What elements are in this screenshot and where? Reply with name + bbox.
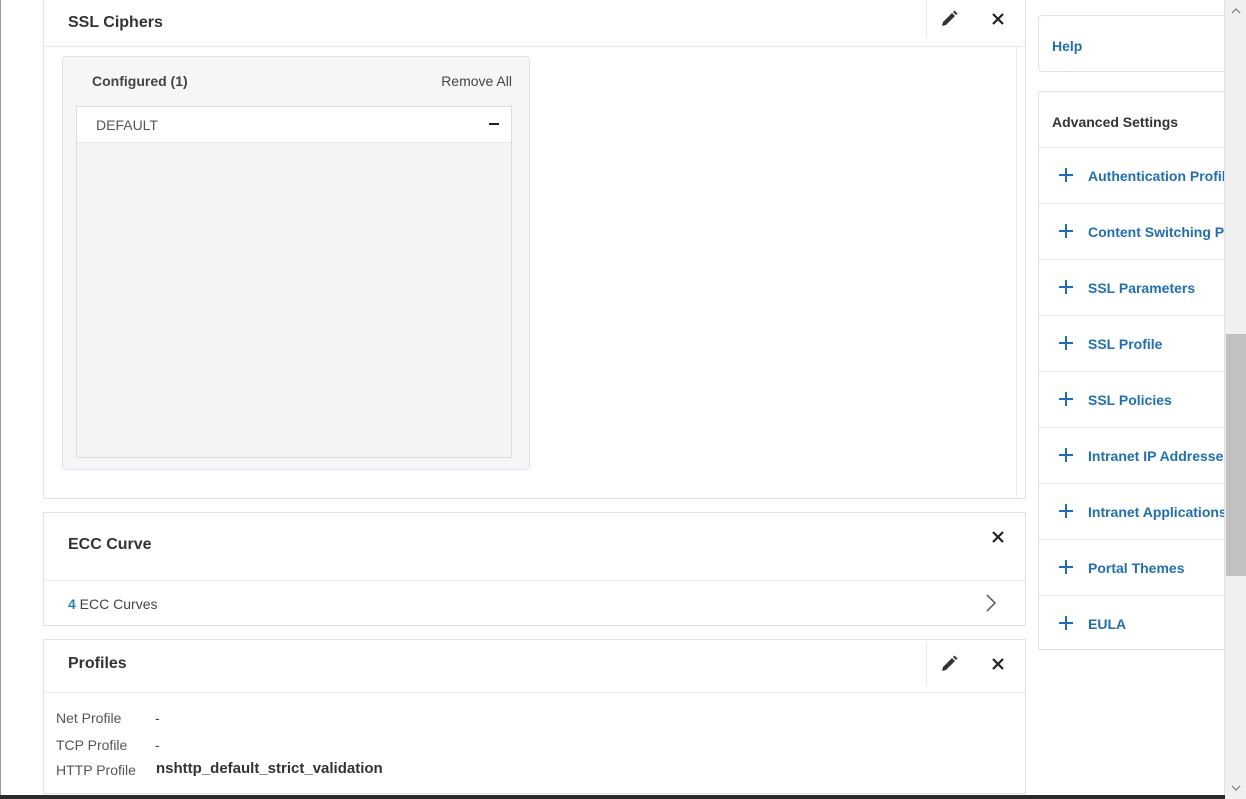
net-profile-row: Net Profile -	[56, 710, 160, 726]
chevron-up-icon	[1231, 8, 1241, 14]
plus-icon	[1059, 168, 1073, 182]
adv-item-label: SSL Profile	[1088, 336, 1163, 352]
net-profile-label: Net Profile	[56, 710, 122, 726]
profiles-header: Profiles	[44, 640, 1025, 693]
adv-item-label: SSL Parameters	[1088, 280, 1196, 296]
adv-item-ssl-parameters[interactable]: SSL Parameters	[1039, 259, 1226, 315]
ssl-ciphers-title: SSL Ciphers	[68, 14, 163, 31]
profiles-close-button[interactable]	[976, 642, 1020, 686]
ssl-ciphers-close-button[interactable]	[976, 0, 1020, 38]
plus-icon	[1059, 280, 1073, 294]
plus-icon	[1059, 336, 1073, 350]
ssl-ciphers-edit-button[interactable]	[926, 0, 970, 38]
scroll-up-button[interactable]	[1225, 2, 1246, 20]
adv-item-label: Authentication Profile	[1088, 168, 1226, 184]
chevron-down-icon	[1231, 785, 1241, 791]
net-profile-value: -	[155, 710, 160, 726]
help-link[interactable]: Help	[1052, 38, 1082, 54]
tcp-profile-value: -	[155, 737, 160, 753]
plus-icon	[1059, 504, 1073, 518]
adv-item-intranet-applications[interactable]: Intranet Applications	[1039, 483, 1226, 539]
adv-item-portal-themes[interactable]: Portal Themes	[1039, 539, 1226, 595]
plus-icon	[1059, 392, 1073, 406]
adv-item-label: SSL Policies	[1088, 392, 1172, 408]
minus-icon	[489, 123, 499, 125]
ssl-ciphers-header: SSL Ciphers	[44, 0, 1025, 47]
ecc-curves-count: 4	[68, 595, 76, 612]
adv-item-label: EULA	[1088, 616, 1127, 632]
ssl-ciphers-panel: SSL Ciphers Configured (1) Remove All DE…	[43, 0, 1026, 499]
adv-item-label: Intranet Applications	[1088, 504, 1226, 520]
ecc-curve-panel: ECC Curve 4 ECC Curves	[43, 512, 1026, 626]
profiles-edit-button[interactable]	[926, 642, 970, 686]
close-icon	[992, 13, 1004, 25]
ecc-curves-label: ECC Curves	[75, 595, 158, 612]
adv-item-authentication-profile[interactable]: Authentication Profile	[1039, 147, 1226, 203]
configured-ciphers-box: Configured (1) Remove All DEFAULT	[62, 56, 530, 470]
adv-item-intranet-ip-addresses[interactable]: Intranet IP Addresses	[1039, 427, 1226, 483]
plus-icon	[1059, 448, 1073, 462]
plus-icon	[1059, 560, 1073, 574]
tcp-profile-row: TCP Profile -	[56, 737, 160, 753]
advanced-settings-box: Advanced Settings Authentication Profile…	[1038, 91, 1226, 650]
adv-item-content-switching[interactable]: Content Switching Policies	[1039, 203, 1226, 259]
http-profile-label: HTTP Profile	[56, 762, 136, 778]
http-profile-value: nshttp_default_strict_validation	[156, 760, 383, 777]
close-icon	[992, 658, 1004, 670]
plus-icon	[1059, 224, 1073, 238]
adv-item-label: Content Switching Policies	[1088, 224, 1226, 240]
http-profile-row: HTTP Profile nshttp_default_strict_valid…	[56, 760, 383, 778]
cipher-name: DEFAULT	[96, 116, 158, 133]
chevron-right-icon	[986, 594, 997, 612]
plus-icon	[1059, 616, 1073, 630]
close-icon	[992, 530, 1004, 543]
remove-all-link[interactable]: Remove All	[441, 73, 512, 89]
ecc-curve-header: ECC Curve	[44, 513, 1025, 581]
ecc-curves-row[interactable]: 4 ECC Curves	[44, 581, 1025, 626]
ecc-curve-title: ECC Curve	[68, 536, 152, 553]
scroll-down-button[interactable]	[1225, 779, 1246, 797]
adv-item-label: Intranet IP Addresses	[1088, 448, 1226, 464]
profiles-panel: Profiles Net Profile - TCP Profile - HTT…	[43, 639, 1026, 794]
window-bottom-edge	[0, 795, 1225, 799]
tcp-profile-label: TCP Profile	[56, 737, 128, 753]
vertical-scrollbar[interactable]	[1224, 0, 1246, 799]
profiles-title: Profiles	[68, 655, 127, 672]
adv-item-ssl-profile[interactable]: SSL Profile	[1039, 315, 1226, 371]
cipher-list: DEFAULT	[76, 106, 512, 458]
remove-cipher-button[interactable]	[485, 114, 503, 134]
configured-label: Configured (1)	[92, 73, 188, 89]
adv-item-label: Portal Themes	[1088, 560, 1185, 576]
divider	[1016, 47, 1017, 499]
ecc-curve-close-button[interactable]	[976, 513, 1020, 560]
adv-item-eula[interactable]: EULA	[1039, 595, 1226, 649]
pencil-icon	[941, 10, 957, 26]
cipher-item[interactable]: DEFAULT	[77, 107, 511, 143]
ecc-curves-summary: 4 ECC Curves	[68, 596, 157, 612]
window-left-edge	[0, 0, 1, 799]
pencil-icon	[941, 655, 957, 671]
adv-item-ssl-policies[interactable]: SSL Policies	[1039, 371, 1226, 427]
advanced-settings-list: Authentication Profile Content Switching…	[1039, 147, 1226, 649]
advanced-settings-title: Advanced Settings	[1052, 114, 1179, 130]
help-box: Help	[1038, 15, 1226, 72]
scrollbar-thumb[interactable]	[1226, 334, 1246, 576]
